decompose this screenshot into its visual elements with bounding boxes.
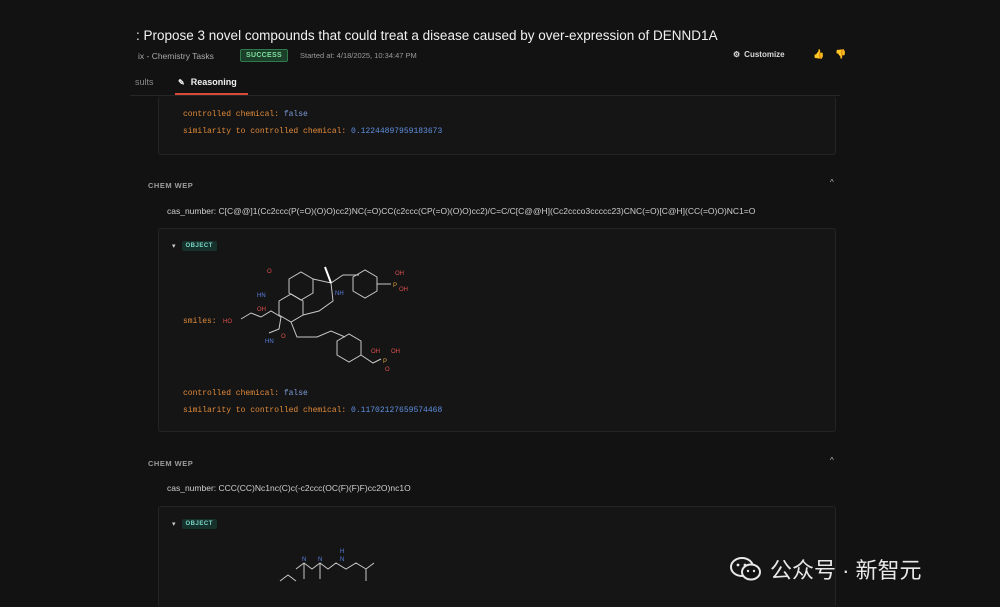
atom-label: P <box>383 359 387 365</box>
atom-label: O <box>281 334 286 340</box>
gear-icon: ⚙ <box>733 50 741 59</box>
tab-results[interactable]: sults <box>135 77 154 87</box>
object-header[interactable]: ▾ OBJECT <box>172 519 217 529</box>
controlled-key: controlled chemical: <box>183 110 280 119</box>
chevron-down-icon: ▾ <box>172 243 176 250</box>
controlled-value: false <box>283 389 308 398</box>
atom-label: H <box>340 549 344 555</box>
smiles-key: smiles: <box>183 317 217 326</box>
tab-reasoning-label: Reasoning <box>190 77 237 87</box>
watermark: 公众号 · 新智元 <box>730 553 922 585</box>
atom-label: OH <box>395 271 404 277</box>
section-title: CHEM WEP <box>148 459 194 468</box>
atom-label: OH <box>399 287 408 293</box>
controlled-row: controlled chemical: false <box>183 110 308 119</box>
atom-label: N <box>340 557 344 563</box>
collapse-icon[interactable]: ^ <box>830 456 834 465</box>
thumbs-up-icon[interactable]: 👍 <box>813 49 824 60</box>
collapse-icon[interactable]: ^ <box>830 178 834 187</box>
watermark-text: 公众号 · 新智元 <box>770 558 922 583</box>
controlled-key: controlled chemical: <box>183 389 280 398</box>
previous-object-card: controlled chemical: false similarity to… <box>158 96 836 155</box>
molecule-structure: H N N N <box>279 549 375 582</box>
object-card: ▾ OBJECT smiles: O HN HO OH O HN NH P OH… <box>158 228 836 432</box>
atom-label: N <box>318 557 322 563</box>
atom-label: NH <box>335 291 344 297</box>
similarity-key: similarity to controlled chemical: <box>183 406 347 415</box>
section-title: CHEM WEP <box>148 181 194 190</box>
cas-number: cas_number: C[C@@]1(Cc2ccc(P(=O)(O)O)cc2… <box>167 206 756 216</box>
chevron-down-icon: ▾ <box>172 521 176 528</box>
started-timestamp: Started at: 4/18/2025, 10:34:47 PM <box>300 51 417 60</box>
similarity-row: similarity to controlled chemical: 0.122… <box>183 127 442 136</box>
similarity-row: similarity to controlled chemical: 0.117… <box>183 406 442 415</box>
atom-label: O <box>267 269 272 275</box>
atom-label: OH <box>257 307 266 313</box>
atom-label: HN <box>257 293 266 299</box>
similarity-value: 0.11702127659574468 <box>351 406 443 415</box>
breadcrumb[interactable]: ix - Chemistry Tasks <box>138 51 214 61</box>
atom-label: OH <box>391 349 400 355</box>
customize-label: Customize <box>744 50 785 59</box>
similarity-key: similarity to controlled chemical: <box>183 127 347 136</box>
page-title: : Propose 3 novel compounds that could t… <box>136 28 718 43</box>
controlled-row: controlled chemical: false <box>183 389 308 398</box>
atom-label: HO <box>223 319 232 325</box>
thumbs-down-icon[interactable]: 👎 <box>835 49 846 60</box>
atom-label: OH <box>371 349 380 355</box>
cas-number: cas_number: CCC(CC)Nc1nc(C)c(-c2ccc(OC(F… <box>167 483 411 493</box>
object-badge: OBJECT <box>181 519 217 529</box>
status-badge: SUCCESS <box>240 49 288 62</box>
atom-label: O <box>385 367 390 373</box>
object-header[interactable]: ▾ OBJECT <box>172 241 217 251</box>
object-badge: OBJECT <box>181 241 217 251</box>
controlled-value: false <box>283 110 308 119</box>
atom-label: N <box>302 557 306 563</box>
similarity-value: 0.12244897959183673 <box>351 127 443 136</box>
active-tab-indicator <box>175 93 248 95</box>
atom-label: HN <box>265 339 274 345</box>
app-window: : Propose 3 novel compounds that could t… <box>0 0 1000 607</box>
lightbulb-icon: ✎ <box>178 77 185 87</box>
atom-label: P <box>393 283 397 289</box>
customize-button[interactable]: ⚙ Customize <box>733 50 785 59</box>
tab-reasoning[interactable]: ✎ Reasoning <box>178 77 237 87</box>
molecule-structure: O HN HO OH O HN NH P OH OH P OH OH O <box>223 266 408 373</box>
wechat-icon <box>730 557 761 581</box>
